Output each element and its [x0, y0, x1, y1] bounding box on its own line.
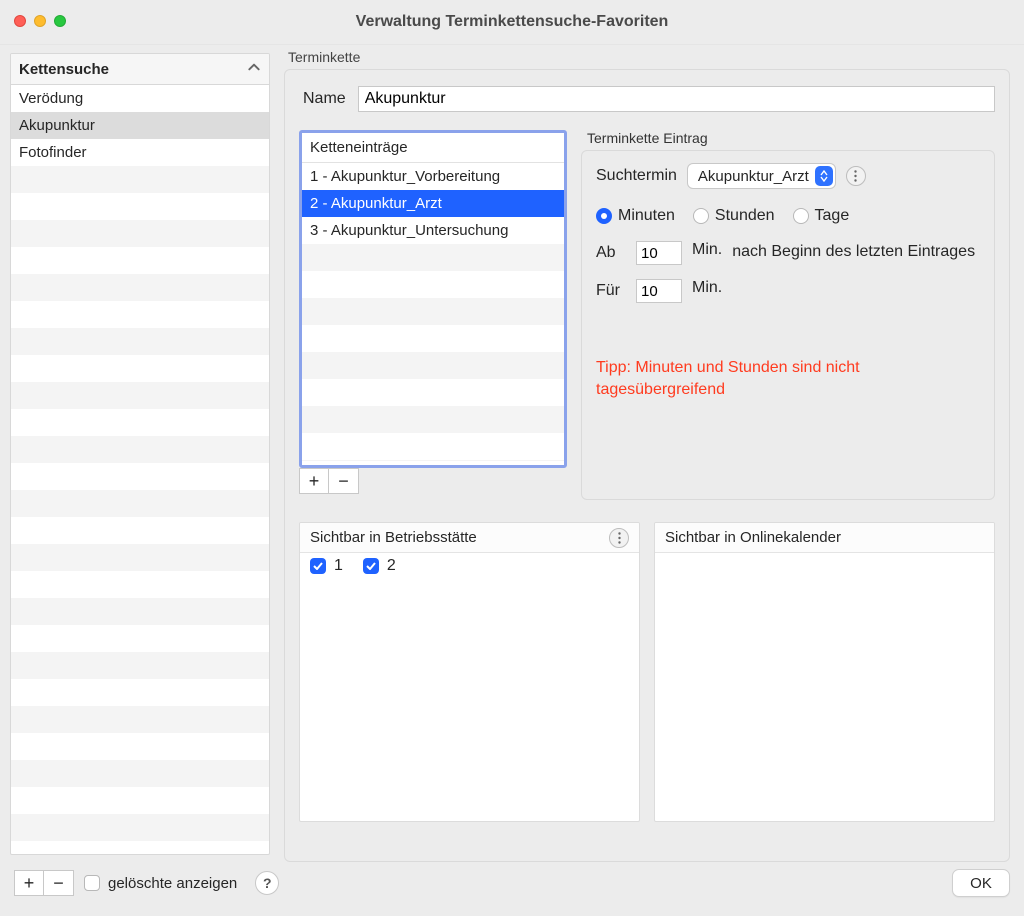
entries-header: Ketteneinträge [302, 133, 564, 163]
entry-row[interactable]: 3 - Akupunktur_Untersuchung [302, 217, 564, 244]
entries-add-button[interactable]: + [299, 468, 329, 494]
sidebar-item[interactable]: Verödung [11, 85, 269, 112]
from-input[interactable] [636, 241, 682, 265]
visibility-online-list: Sichtbar in Onlinekalender [654, 522, 995, 822]
sidebar-listbox: Kettensuche VerödungAkupunkturFotofinder [10, 53, 270, 855]
entries-listbox[interactable]: Ketteneinträge 1 - Akupunktur_Vorbereitu… [299, 130, 567, 468]
unit-radio-group: Minuten Stunden Tage [596, 207, 980, 225]
sidebar-item[interactable]: Akupunktur [11, 112, 269, 139]
sidebar-section-title: Kettensuche [19, 61, 109, 78]
visibility-site-item-label: 1 [334, 557, 343, 575]
chevron-up-icon [247, 60, 261, 78]
unit-radio-minutes[interactable]: Minuten [596, 207, 675, 225]
duration-input[interactable] [636, 279, 682, 303]
entry-detail-box: Suchtermin Akupunktur_Arzt [581, 150, 995, 500]
entry-row[interactable]: 1 - Akupunktur_Vorbereitung [302, 163, 564, 190]
visibility-site-item[interactable]: 1 [300, 553, 353, 579]
radio-icon [596, 208, 612, 224]
ok-button[interactable]: OK [952, 869, 1010, 897]
help-icon: ? [263, 875, 272, 891]
visibility-site-item[interactable]: 2 [353, 553, 406, 579]
unit-radio-hours[interactable]: Stunden [693, 207, 775, 225]
entry-detail-label: Terminkette Eintrag [587, 130, 995, 146]
more-icon [618, 532, 621, 544]
visibility-site-header: Sichtbar in Betriebsstätte [310, 529, 477, 546]
window-title: Verwaltung Terminkettensuche-Favoriten [0, 13, 1024, 31]
help-button[interactable]: ? [255, 871, 279, 895]
unit-radio-label: Stunden [715, 207, 775, 225]
visibility-site-item-label: 2 [387, 557, 396, 575]
main-group-label: Terminkette [288, 49, 1010, 65]
sidebar: Kettensuche VerödungAkupunkturFotofinder [0, 45, 278, 855]
checkbox-icon [363, 558, 379, 574]
minus-icon: − [338, 472, 349, 490]
tip-text: Tipp: Minuten und Stunden sind nicht tag… [596, 357, 980, 400]
sidebar-add-button[interactable]: + [14, 870, 44, 896]
search-term-select[interactable]: Akupunktur_Arzt [687, 163, 836, 189]
entries-section: Ketteneinträge 1 - Akupunktur_Vorbereitu… [299, 130, 567, 500]
name-label: Name [303, 90, 346, 108]
radio-icon [693, 208, 709, 224]
select-arrows-icon [815, 166, 833, 186]
duration-label: Für [596, 279, 626, 300]
minimize-window-button[interactable] [34, 15, 46, 27]
terminkette-panel: Name Ketteneinträge 1 - Akupunktur_Vorbe… [284, 69, 1010, 862]
radio-icon [793, 208, 809, 224]
zoom-window-button[interactable] [54, 15, 66, 27]
sidebar-remove-button[interactable]: − [44, 870, 74, 896]
entry-detail-section: Terminkette Eintrag Suchtermin Akupunktu… [581, 130, 995, 500]
name-input[interactable] [358, 86, 995, 112]
checkbox-icon [310, 558, 326, 574]
close-window-button[interactable] [14, 15, 26, 27]
visibility-online-header: Sichtbar in Onlinekalender [665, 529, 841, 546]
duration-unit: Min. [692, 279, 722, 297]
unit-radio-label: Minuten [618, 207, 675, 225]
plus-icon: + [309, 472, 320, 490]
show-deleted-label: gelöschte anzeigen [108, 875, 237, 892]
from-description: nach Beginn des letzten Eintrages [732, 241, 975, 263]
search-term-options-button[interactable] [846, 166, 866, 186]
unit-radio-label: Tage [815, 207, 850, 225]
unit-radio-days[interactable]: Tage [793, 207, 850, 225]
search-term-value: Akupunktur_Arzt [698, 168, 809, 185]
show-deleted-checkbox[interactable] [84, 875, 100, 891]
entries-remove-button[interactable]: − [329, 468, 359, 494]
entry-row[interactable]: 2 - Akupunktur_Arzt [302, 190, 564, 217]
titlebar: Verwaltung Terminkettensuche-Favoriten [0, 0, 1024, 45]
footer: + − gelöschte anzeigen ? OK [0, 855, 1024, 911]
from-label: Ab [596, 241, 626, 262]
search-term-label: Suchtermin [596, 167, 677, 185]
window-controls [14, 15, 66, 27]
plus-icon: + [24, 874, 35, 892]
minus-icon: − [53, 874, 64, 892]
sidebar-item[interactable]: Fotofinder [11, 139, 269, 166]
visibility-site-list: Sichtbar in Betriebsstätte 1 2 [299, 522, 640, 822]
visibility-site-options-button[interactable] [609, 528, 629, 548]
more-icon [854, 170, 857, 182]
main-panel: Terminkette Name Ketteneinträge 1 - Akup… [278, 45, 1024, 855]
sidebar-section-header[interactable]: Kettensuche [11, 54, 269, 85]
from-unit: Min. [692, 241, 722, 259]
